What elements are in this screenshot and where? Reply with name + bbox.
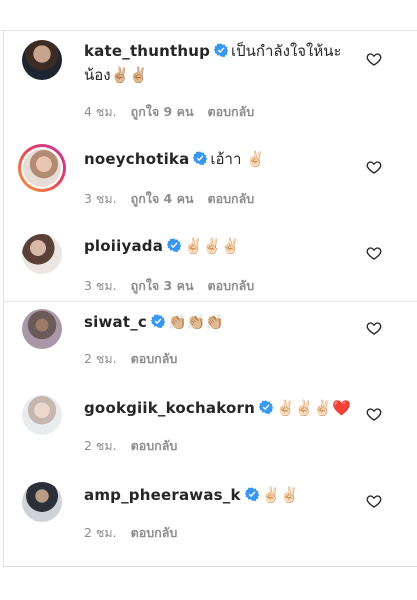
heart-outline-icon[interactable] (366, 51, 382, 67)
comment-likes[interactable]: ถูกใจ 9 คน (131, 104, 194, 119)
comment-text: เอ้าา ✌🏻 (210, 150, 265, 168)
reply-button[interactable]: ตอบกลับ (208, 104, 255, 119)
heart-outline-icon[interactable] (366, 320, 382, 336)
divider-bottom (3, 566, 417, 567)
avatar[interactable] (22, 395, 62, 435)
divider-middle (3, 301, 417, 302)
comment-time[interactable]: 4 ชม. (84, 104, 117, 119)
comment-time[interactable]: 2 ชม. (84, 351, 117, 366)
comment-time[interactable]: 3 ชม. (84, 191, 117, 206)
reply-button[interactable]: ตอบกลับ (131, 438, 178, 453)
heart-outline-icon[interactable] (366, 406, 382, 422)
comment-username[interactable]: ploiiyada (84, 237, 163, 255)
avatar[interactable] (22, 40, 62, 80)
avatar[interactable] (18, 144, 66, 192)
verified-badge-icon (167, 238, 182, 252)
comment-time[interactable]: 2 ชม. (84, 525, 117, 540)
comment-username[interactable]: siwat_c (84, 313, 147, 331)
comment-time[interactable]: 3 ชม. (84, 278, 117, 293)
comment-username[interactable]: gookgiik_kochakorn (84, 399, 255, 417)
reply-button[interactable]: ตอบกลับ (131, 351, 178, 366)
comment-likes[interactable]: ถูกใจ 3 คน (131, 278, 194, 293)
comment-text: ✌🏻✌🏻✌🏻❤️ (275, 399, 351, 417)
comment-likes[interactable]: ถูกใจ 4 คน (131, 191, 194, 206)
divider-left (3, 30, 4, 567)
verified-badge-icon (193, 151, 208, 165)
verified-badge-icon (258, 400, 273, 414)
comment-text: 👏🏼👏🏼👏🏼 (168, 313, 225, 331)
avatar[interactable] (22, 482, 62, 522)
verified-badge-icon (151, 314, 166, 328)
comment-text-continued: น้อง✌🏼✌🏼 (84, 66, 148, 84)
comment-username[interactable]: kate_thunthup (84, 42, 210, 60)
divider-top (0, 30, 417, 31)
reply-button[interactable]: ตอบกลับ (131, 525, 178, 540)
verified-badge-icon (244, 487, 259, 501)
verified-badge-icon (214, 43, 229, 57)
heart-outline-icon[interactable] (366, 493, 382, 509)
avatar[interactable] (22, 234, 62, 274)
comment-text: ✌🏻✌🏻✌🏻 (184, 237, 241, 255)
avatar[interactable] (22, 309, 62, 349)
comment-time[interactable]: 2 ชม. (84, 438, 117, 453)
comment-text: ✌🏻✌🏻 (261, 486, 300, 504)
heart-outline-icon[interactable] (366, 245, 382, 261)
heart-outline-icon[interactable] (366, 159, 382, 175)
comment-username[interactable]: noeychotika (84, 150, 189, 168)
comment-username[interactable]: amp_pheerawas_k (84, 486, 241, 504)
reply-button[interactable]: ตอบกลับ (208, 278, 255, 293)
reply-button[interactable]: ตอบกลับ (208, 191, 255, 206)
comment-text: เป็นกำลังใจให้นะ (231, 42, 342, 60)
